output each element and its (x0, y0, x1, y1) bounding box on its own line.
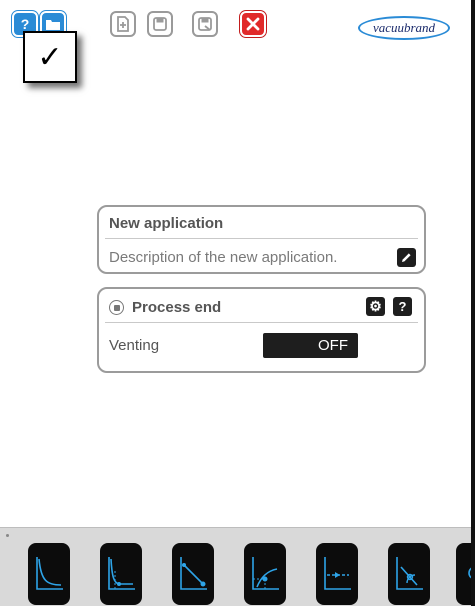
new-document-icon (117, 16, 129, 32)
pressure-control-icon (108, 557, 135, 590)
vacuum-gauge-icon (396, 557, 423, 590)
app-screen: ? vacuubrand ✓ New application Descripti… (0, 0, 471, 606)
venting-label: Venting (109, 337, 160, 354)
mode-program-button[interactable] (316, 543, 358, 605)
gear-icon: ⚙ (369, 298, 382, 314)
more-modes-icon (468, 567, 471, 579)
stop-icon (109, 300, 124, 315)
mode-vacuum-gauge-button[interactable] (388, 543, 430, 605)
question-icon: ? (20, 16, 30, 32)
process-end-title: Process end (132, 299, 222, 316)
application-description: Description of the new application. (109, 249, 338, 266)
vacuubrand-logo: vacuubrand (358, 16, 450, 40)
checkmark-icon: ✓ (37, 39, 63, 75)
divider (105, 322, 418, 323)
mode-pump-down-button[interactable] (28, 543, 70, 605)
help-process-end-button[interactable]: ? (393, 297, 412, 316)
edit-description-button[interactable] (397, 248, 416, 267)
close-icon (246, 17, 260, 31)
venting-value: OFF (318, 337, 348, 354)
screen-edge (471, 0, 475, 606)
pump-down-icon (36, 557, 63, 590)
question-icon: ? (398, 299, 407, 314)
save-button[interactable] (147, 11, 173, 37)
auto-mode-icon (252, 557, 279, 590)
save-as-button[interactable] (192, 11, 218, 37)
application-title: New application (109, 215, 224, 232)
save-as-icon (198, 17, 212, 31)
process-end-card: Process end ⚙ ? Venting OFF (97, 287, 426, 373)
divider (105, 238, 418, 239)
dock-grip (6, 534, 9, 537)
mode-gradient-button[interactable] (172, 543, 214, 605)
mode-pressure-control-button[interactable] (100, 543, 142, 605)
mode-more-button[interactable] (456, 543, 471, 605)
settings-button[interactable]: ⚙ (366, 297, 385, 316)
new-button[interactable] (110, 11, 136, 37)
program-icon (324, 557, 351, 590)
gradient-icon (180, 557, 207, 590)
mode-dock (0, 527, 471, 606)
application-card: New application Description of the new a… (97, 205, 426, 274)
venting-toggle[interactable]: OFF (263, 333, 358, 358)
confirm-checkbox[interactable]: ✓ (23, 31, 77, 83)
close-button[interactable] (240, 11, 266, 37)
pencil-icon (402, 253, 411, 262)
save-icon (153, 17, 167, 31)
mode-auto-button[interactable] (244, 543, 286, 605)
open-folder-icon (46, 20, 60, 30)
